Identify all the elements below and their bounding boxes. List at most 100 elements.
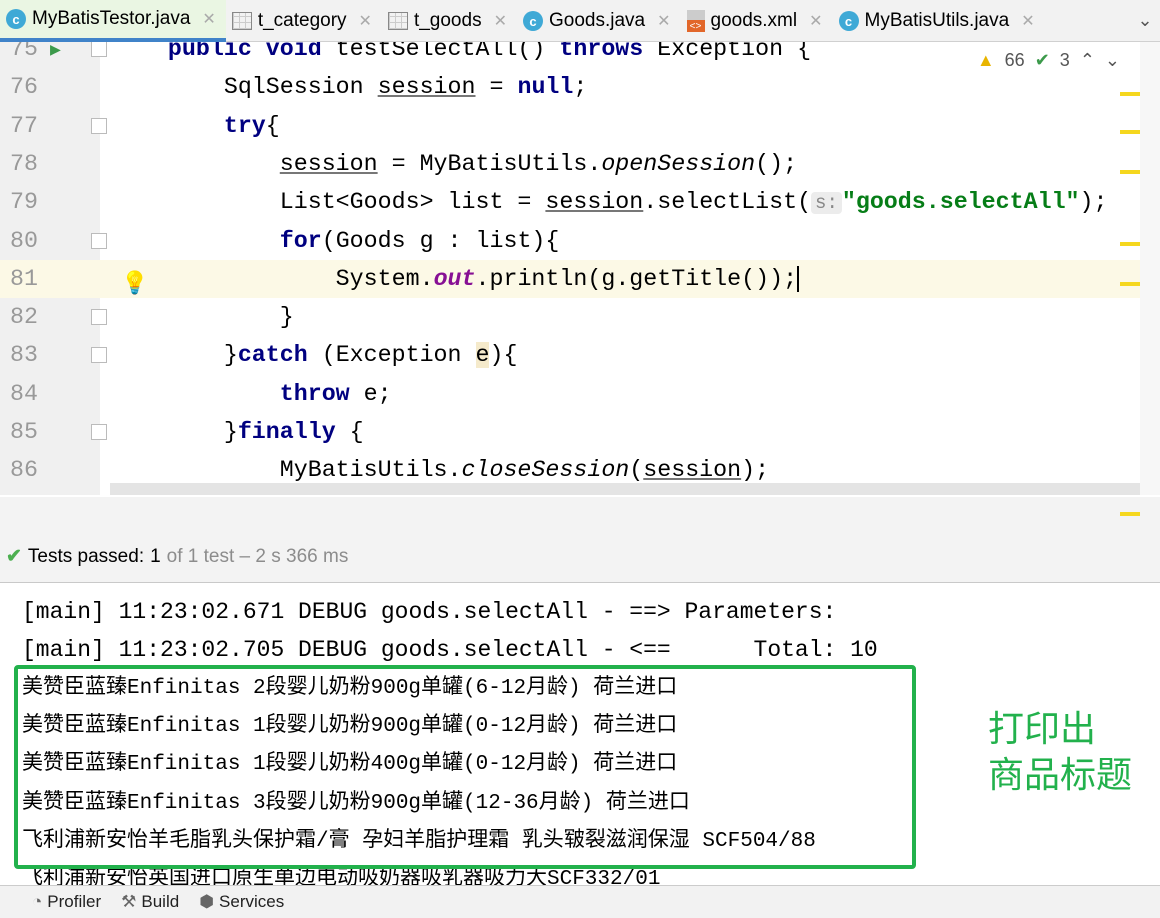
- code-text[interactable]: try{: [112, 107, 280, 145]
- code-text[interactable]: }: [112, 298, 294, 336]
- code-token: session: [545, 189, 644, 216]
- code-token: session: [643, 457, 742, 484]
- error-stripe[interactable]: [1140, 42, 1160, 495]
- close-icon[interactable]: ✕: [202, 9, 215, 29]
- tests-passed-label: Tests passed:: [27, 545, 145, 567]
- line-number: 79: [10, 189, 38, 216]
- fold-marker-icon[interactable]: [91, 424, 107, 440]
- editor-tabs: c MyBatisTestor.java ✕ t_category ✕ t_goods ✕ c…: [0, 0, 1160, 42]
- tab-label: MyBatisUtils.java: [864, 10, 1010, 31]
- tool-label: Services: [219, 892, 285, 911]
- line-number: 85: [10, 419, 38, 445]
- text-caret: [797, 265, 800, 292]
- tab-mybatisutils-java[interactable]: c MyBatisUtils.java ✕: [833, 0, 1045, 42]
- close-icon[interactable]: ✕: [1021, 11, 1034, 31]
- chevron-down-icon[interactable]: ⌄: [1130, 0, 1160, 41]
- tab-mybatistestor-java[interactable]: c MyBatisTestor.java ✕: [0, 0, 226, 42]
- code-text[interactable]: throw e;: [112, 375, 392, 413]
- code-token: = MyBatisUtils.: [377, 150, 602, 177]
- table-icon: [387, 12, 408, 30]
- code-token: );: [1079, 189, 1108, 216]
- line-number: 84: [10, 380, 38, 407]
- code-text[interactable]: List<Goods> list = session.selectList(s:…: [112, 183, 1108, 222]
- line-number: 76: [10, 74, 38, 101]
- code-token: throws: [559, 42, 644, 62]
- line-number: 81: [10, 265, 38, 292]
- prev-highlight-icon[interactable]: ⌃: [1080, 50, 1095, 71]
- code-text[interactable]: public void testSelectAll() throws Excep…: [112, 42, 811, 68]
- tab-t_goods[interactable]: t_goods ✕: [382, 0, 517, 42]
- close-icon[interactable]: ✕: [809, 11, 822, 31]
- line-number: 75: [10, 42, 38, 62]
- warning-stripe-mark[interactable]: [1120, 170, 1140, 174]
- next-highlight-icon[interactable]: ⌄: [1105, 50, 1120, 71]
- tab-goods-java[interactable]: c Goods.java ✕: [517, 0, 681, 42]
- tool-services[interactable]: ⬢ Services: [199, 892, 284, 912]
- warning-stripe-mark[interactable]: [1120, 282, 1140, 286]
- code-text[interactable]: for(Goods g : list){: [112, 222, 560, 260]
- inspection-widget[interactable]: ▲ 66 ✔ 3 ⌃ ⌄: [977, 50, 1120, 71]
- warning-stripe-mark[interactable]: [1120, 242, 1140, 246]
- line-number: 78: [10, 150, 38, 177]
- highlight-box: [14, 665, 916, 869]
- code-token: }: [112, 342, 238, 369]
- code-editor[interactable]: 75 ▶ public void testSelectAll() throws E…: [0, 42, 1160, 495]
- test-results-bar: ✔ Tests passed: 1 of 1 test – 2 s 366 ms: [0, 497, 1160, 583]
- close-icon[interactable]: ✕: [657, 11, 670, 31]
- code-token: MyBatisUtils.: [112, 457, 462, 484]
- tab-t_category[interactable]: t_category ✕: [226, 0, 382, 42]
- code-token: session: [377, 74, 476, 101]
- code-line: 79 List<Goods> list = session.selectList…: [0, 183, 1140, 221]
- code-line: 83 }catch (Exception e){: [0, 336, 1140, 374]
- code-token: List<Goods> list =: [112, 189, 546, 216]
- code-text[interactable]: SqlSession session = null;: [112, 68, 588, 106]
- warning-stripe-mark[interactable]: [1120, 512, 1140, 516]
- code-text[interactable]: System.out.println(g.getTitle());: [112, 260, 800, 298]
- tests-detail: of 1 test – 2 s 366 ms: [166, 545, 349, 567]
- code-token: .println(g.getTitle());: [475, 265, 798, 292]
- code-line: 77 try{: [0, 107, 1140, 145]
- run-test-icon[interactable]: ▶: [50, 42, 61, 70]
- tool-window-bar: ◔ Profiler ⚒ Build ⬢ Services: [0, 885, 1160, 918]
- weak-warning-icon: ✔: [1034, 50, 1050, 70]
- code-line: 76 SqlSession session = null;: [0, 68, 1140, 106]
- code-text[interactable]: session = MyBatisUtils.openSession();: [112, 145, 797, 183]
- console-line: [main] 11:23:02.705 DEBUG goods.selectAl…: [22, 637, 878, 664]
- code-token: testSelectAll(): [321, 42, 560, 62]
- table-icon: [231, 12, 252, 30]
- code-line: 84 throw e;: [0, 375, 1140, 413]
- code-line: 82 }: [0, 298, 1140, 336]
- tool-label: Build: [141, 892, 180, 911]
- fold-marker-icon[interactable]: [91, 309, 107, 326]
- close-icon[interactable]: ✕: [359, 11, 372, 31]
- code-token: out: [433, 265, 476, 292]
- code-line: 81 💡 System.out.println(g.getTitle());: [0, 259, 1140, 298]
- fold-marker-icon[interactable]: [91, 117, 107, 134]
- code-text[interactable]: }finally {: [112, 413, 364, 451]
- fold-marker-icon[interactable]: [91, 232, 107, 249]
- code-token: System.: [112, 265, 434, 292]
- tab-label: goods.xml: [710, 10, 798, 31]
- code-text[interactable]: }catch (Exception e){: [112, 336, 517, 374]
- warning-stripe-mark[interactable]: [1120, 130, 1140, 134]
- tool-build[interactable]: ⚒ Build: [121, 892, 179, 912]
- close-icon[interactable]: ✕: [494, 11, 507, 31]
- line-number: 80: [10, 227, 38, 254]
- fold-marker-icon[interactable]: [91, 347, 107, 364]
- code-token: e: [475, 342, 490, 369]
- horizontal-scrollbar[interactable]: [110, 483, 1140, 495]
- tab-goods-xml[interactable]: <> goods.xml ✕: [681, 0, 833, 42]
- tool-profiler[interactable]: ◔ Profiler: [32, 892, 101, 912]
- fold-marker-icon[interactable]: [91, 42, 107, 57]
- line-number: 82: [10, 304, 38, 331]
- tab-label: Goods.java: [548, 10, 646, 31]
- code-token: );: [741, 457, 770, 484]
- warning-stripe-mark[interactable]: [1120, 92, 1140, 96]
- code-token: try: [223, 112, 266, 139]
- code-token: (: [629, 457, 644, 484]
